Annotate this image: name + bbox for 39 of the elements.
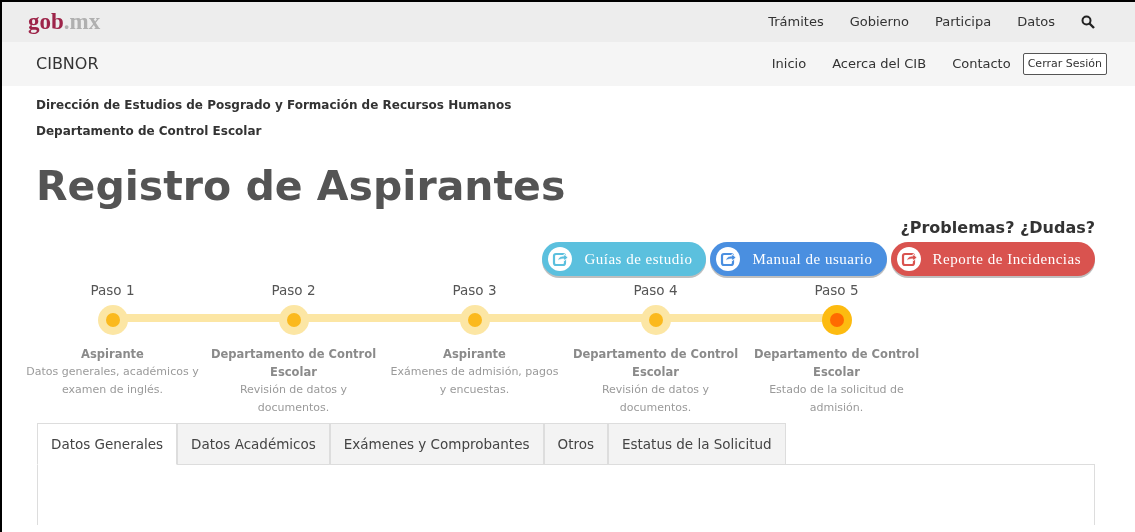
step-description: Estado de la solicitud de admisión.	[768, 382, 905, 416]
step-actor: Departamento de Control Escolar	[752, 346, 921, 381]
nav-link[interactable]: Datos	[1017, 12, 1055, 32]
step-description: Revisión de datos y documentos.	[238, 382, 349, 416]
page-title: Registro de Aspirantes	[35, 161, 567, 212]
nav-link[interactable]: Gobierno	[849, 12, 909, 32]
step-actor: Aspirante	[80, 346, 145, 363]
logo[interactable]: gob.mx	[28, 4, 101, 40]
nav-link[interactable]: Contacto	[952, 54, 1011, 74]
tab[interactable]: Otros	[543, 423, 608, 465]
nav-link[interactable]: Inicio	[771, 54, 807, 74]
step-label: Paso 4	[633, 281, 678, 300]
step-label: Paso 1	[90, 281, 135, 300]
help-button[interactable]: Reporte de Incidencias	[890, 242, 1095, 276]
step-label: Paso 3	[452, 281, 497, 300]
tab[interactable]: Datos Académicos	[177, 423, 330, 465]
share-icon	[548, 247, 573, 271]
step-actor: Aspirante	[442, 346, 507, 363]
step-description: Exámenes de admisión, pagos y encuestas.	[389, 364, 560, 398]
tab[interactable]: Estatus de la Solicitud	[607, 423, 786, 465]
nav-link[interactable]: Participa	[934, 12, 992, 32]
logout-button[interactable]: Cerrar Sesión	[1022, 52, 1107, 76]
step-label: Paso 5	[814, 281, 859, 300]
step-actor: Departamento de Control Escolar	[571, 346, 740, 381]
step-description: Revisión de datos y documentos.	[600, 382, 711, 416]
tab[interactable]: Datos Generales	[37, 423, 178, 465]
nav-link[interactable]: Acerca del CIB	[832, 54, 927, 74]
step-actor: Departamento de Control Escolar	[209, 346, 378, 381]
nav-link[interactable]: Trámites	[768, 12, 824, 32]
site-name[interactable]: CIBNOR	[36, 52, 99, 76]
section-heading: Dirección de Estudios de Posgrado y Formación de Recursos Humanos	[36, 97, 513, 114]
help-title: ¿Problemas? ¿Dudas?	[900, 217, 1095, 239]
search-icon[interactable]	[1081, 15, 1095, 29]
tab[interactable]: Exámenes y Comprobantes	[329, 423, 544, 465]
share-icon	[716, 247, 741, 271]
share-icon	[896, 247, 921, 271]
section-heading: Departamento de Control Escolar	[36, 123, 263, 140]
step-label: Paso 2	[271, 281, 316, 300]
step-description: Datos generales, académicos y examen de inglés.	[25, 364, 200, 398]
